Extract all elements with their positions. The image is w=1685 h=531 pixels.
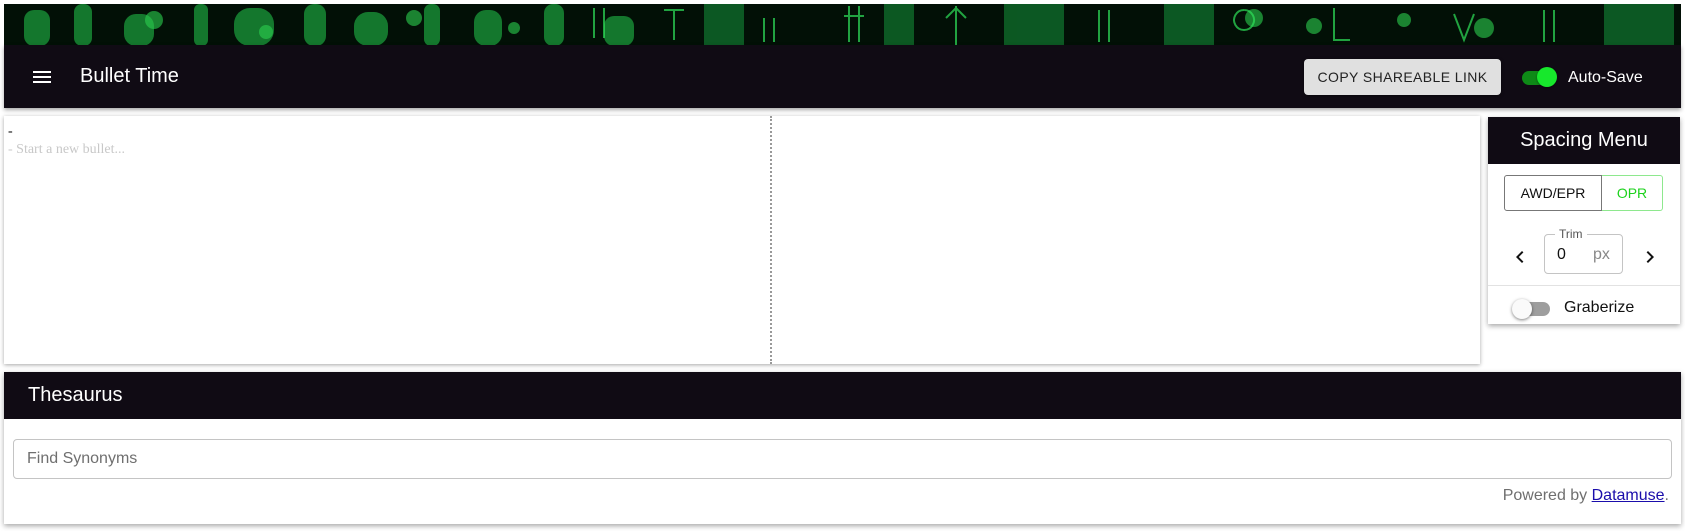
trim-label: Trim	[1555, 227, 1587, 241]
spacing-menu-title: Spacing Menu	[1488, 117, 1680, 164]
app-bar: Bullet Time COPY SHAREABLE LINK Auto-Sav…	[4, 45, 1681, 108]
spacing-menu: Spacing Menu AWD/EPR OPR Trim 0 px Grabe…	[1488, 117, 1680, 324]
trim-value[interactable]: 0	[1557, 245, 1566, 265]
thesaurus-title: Thesaurus	[4, 372, 1681, 419]
powered-by-credit: Powered by Datamuse.	[1503, 486, 1669, 506]
trim-field[interactable]: Trim 0 px	[1544, 227, 1623, 274]
trim-decrease-chevron-left-icon[interactable]	[1508, 245, 1532, 269]
autosave-label: Auto-Save	[1568, 69, 1643, 86]
thesaurus-panel: Thesaurus Powered by Datamuse.	[4, 372, 1681, 524]
mode-awd-epr-button[interactable]: AWD/EPR	[1504, 175, 1602, 211]
matrix-banner	[4, 4, 1681, 46]
autosave-toggle-thumb	[1537, 67, 1557, 87]
trim-unit: px	[1593, 246, 1610, 263]
trim-increase-chevron-right-icon[interactable]	[1638, 245, 1662, 269]
powered-by-suffix: .	[1664, 487, 1669, 504]
matrix-code-image	[4, 4, 1681, 46]
copy-shareable-link-button[interactable]: COPY SHAREABLE LINK	[1304, 59, 1501, 95]
bullet-placeholder[interactable]: - Start a new bullet...	[8, 141, 125, 158]
find-synonyms-input[interactable]	[13, 439, 1672, 479]
app-title: Bullet Time	[80, 65, 179, 87]
powered-by-text: Powered by	[1502, 487, 1592, 504]
bullet-line[interactable]: -	[8, 123, 13, 140]
hamburger-menu-icon[interactable]	[30, 65, 54, 89]
graberize-toggle[interactable]	[1512, 297, 1552, 321]
mode-toggle-group: AWD/EPR OPR	[1504, 175, 1663, 211]
graberize-label: Graberize	[1564, 299, 1635, 316]
bullet-input-area[interactable]: - - Start a new bullet...	[4, 116, 770, 364]
autosave-toggle[interactable]	[1520, 66, 1560, 90]
mode-opr-button[interactable]: OPR	[1602, 175, 1663, 211]
bullet-editor: - - Start a new bullet...	[4, 116, 1480, 364]
divider	[1488, 285, 1680, 286]
editor-width-divider	[770, 116, 772, 364]
datamuse-link[interactable]: Datamuse	[1592, 487, 1665, 504]
graberize-toggle-thumb	[1512, 299, 1532, 319]
